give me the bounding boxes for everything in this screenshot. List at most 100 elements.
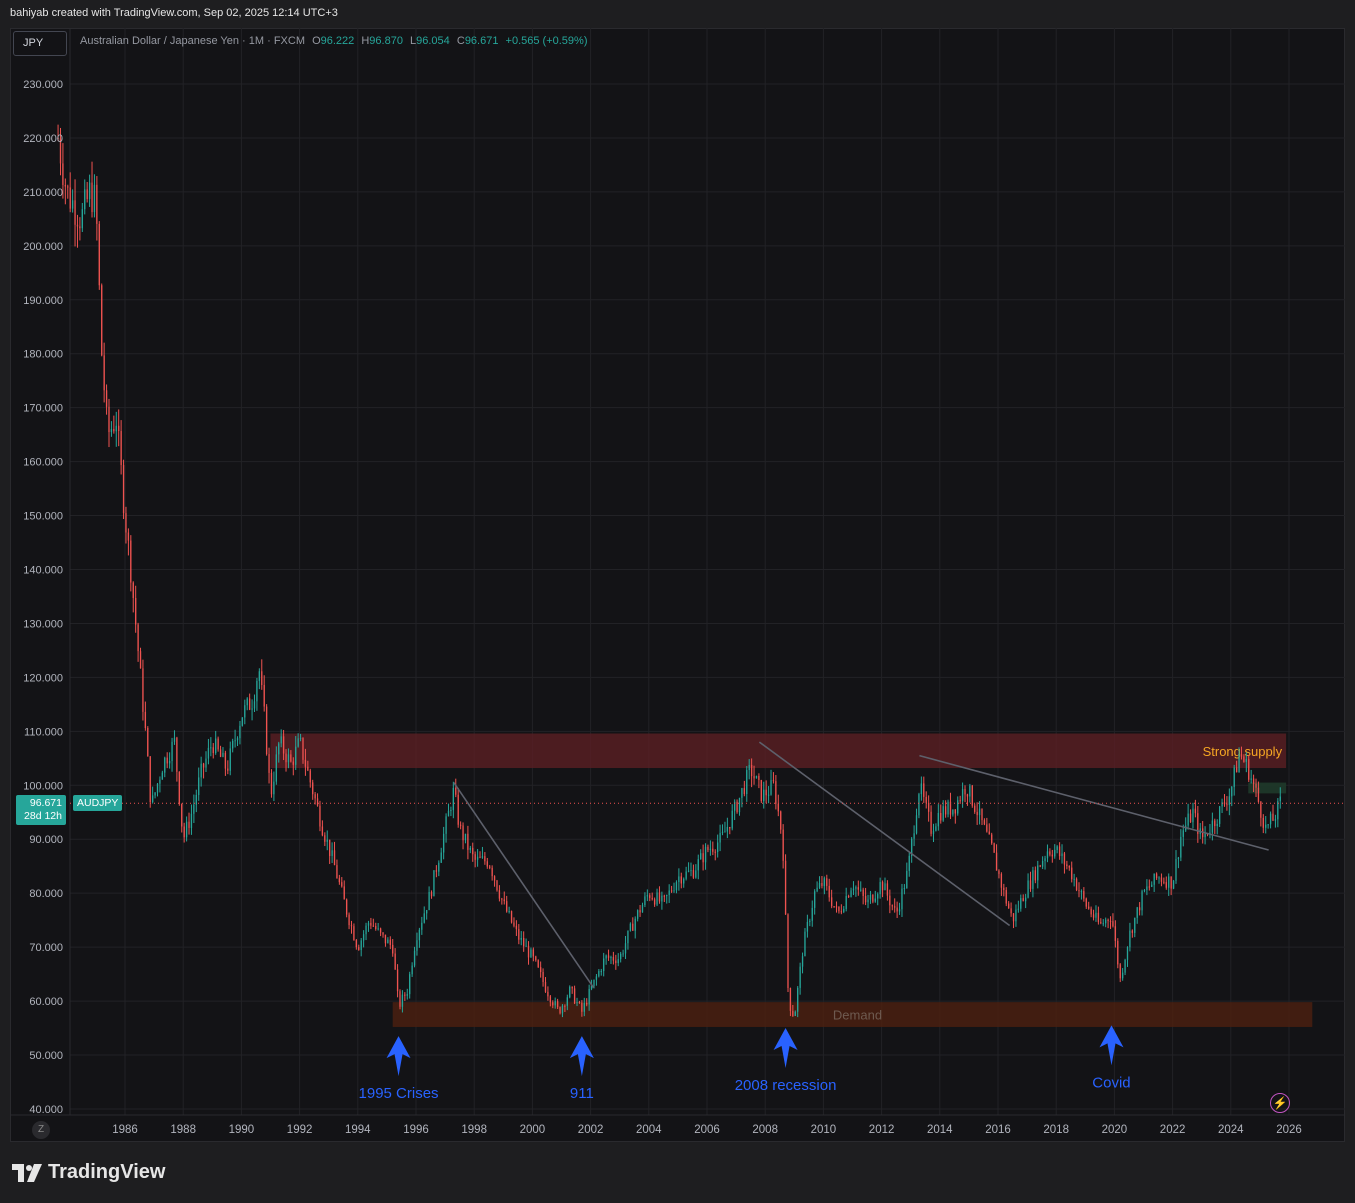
candle-body (1204, 833, 1206, 838)
candle-body (588, 988, 590, 1005)
candle-body (906, 870, 908, 889)
candle-body (927, 802, 930, 812)
candle-body (1243, 756, 1245, 762)
candle-body (1238, 754, 1240, 773)
price-chart[interactable]: Strong supply Demand 1995 Crises 911 2008 r… (0, 0, 1355, 1203)
tradingview-logo[interactable]: TradingView (12, 1161, 165, 1184)
candle-body (265, 706, 268, 755)
candle-body (697, 859, 699, 871)
candle-body (1124, 959, 1126, 973)
candle-body (278, 743, 280, 755)
y-tick-label: 210.000 (23, 187, 63, 199)
candle-body (513, 922, 515, 926)
candle-body (445, 816, 447, 834)
candle-body (615, 960, 617, 964)
candle-body (804, 931, 806, 957)
candle-body (81, 209, 83, 229)
candle-body (1022, 898, 1024, 902)
candle-body (833, 906, 835, 908)
brand-name: TradingView (48, 1161, 166, 1183)
candle-body (343, 886, 345, 900)
event-label: 1995 Crises (359, 1085, 439, 1102)
candle-body (355, 940, 358, 948)
demand-zone-label: Demand (833, 1008, 882, 1023)
candle-body (794, 1011, 796, 1017)
candle-body (1066, 864, 1068, 866)
candle-body (1155, 873, 1158, 879)
candle-body (523, 937, 525, 947)
candle-body (1092, 914, 1095, 918)
candle-body (1228, 796, 1231, 805)
candle-body (171, 741, 173, 761)
candle-body (605, 955, 607, 959)
candle-body (1058, 846, 1061, 857)
candle-body (957, 800, 959, 814)
candle-body (178, 771, 180, 804)
z-button[interactable]: Z (32, 1121, 50, 1139)
candle-body (215, 738, 217, 754)
candle-body (200, 763, 202, 778)
x-tick-label: 1998 (461, 1124, 487, 1136)
x-tick-label: 2016 (985, 1124, 1011, 1136)
candle-body (1141, 891, 1143, 911)
y-tick-label: 200.000 (23, 241, 63, 253)
candle-body (430, 891, 433, 897)
candle-body (375, 926, 377, 929)
candle-body (695, 870, 697, 878)
candle-body (1223, 802, 1226, 805)
candle-body (1218, 806, 1221, 824)
candle-body (826, 878, 828, 886)
candle-body (79, 226, 81, 229)
candle-body (1274, 819, 1277, 821)
candle-body (319, 805, 321, 827)
candle-body (527, 945, 530, 958)
candle-body (418, 929, 421, 941)
candle-body (142, 668, 144, 712)
candle-body (498, 890, 501, 899)
x-tick-label: 1992 (287, 1124, 313, 1136)
candle-body (612, 957, 615, 961)
candle-body (168, 760, 171, 764)
candle-body (496, 880, 498, 891)
symbol-search-button[interactable]: JPY (13, 31, 67, 56)
candle-body (978, 808, 981, 816)
candle-body (467, 833, 469, 850)
candle-body (881, 882, 884, 891)
y-tick-label: 60.000 (29, 996, 63, 1008)
candle-body (389, 939, 391, 945)
candle-body (1012, 913, 1015, 922)
candle-body (542, 972, 544, 982)
candle-body (634, 918, 636, 931)
candle-body (1214, 820, 1216, 827)
candle-body (772, 780, 775, 782)
candle-body (88, 182, 91, 200)
candle-body (636, 910, 639, 919)
candle-body (673, 890, 675, 892)
y-tick-label: 100.000 (23, 780, 63, 792)
candle-body (1109, 920, 1112, 922)
candle-body (731, 810, 733, 829)
candle-body (1170, 876, 1172, 889)
candle-body (942, 806, 944, 821)
candle-body (925, 796, 927, 803)
candle-body (537, 960, 539, 968)
candle-body (976, 811, 978, 816)
candle-body (712, 848, 714, 852)
candle-body (161, 772, 164, 780)
candle-body (627, 930, 629, 944)
candle-body (1267, 824, 1269, 826)
candle-body (971, 785, 973, 806)
candle-body (1112, 921, 1114, 927)
candle-body (952, 809, 954, 815)
candle-body (316, 798, 319, 806)
candle-body (700, 853, 702, 860)
candle-body (964, 788, 966, 795)
candle-body (862, 889, 864, 896)
lightning-icon[interactable]: ⚡ (1270, 1093, 1290, 1113)
candle-body (1078, 890, 1080, 892)
last-price-value: 96.671 (29, 797, 62, 809)
candle-body (855, 887, 857, 889)
candle-body (1265, 824, 1267, 828)
candle-body (884, 883, 886, 891)
candle-body (1046, 851, 1049, 859)
